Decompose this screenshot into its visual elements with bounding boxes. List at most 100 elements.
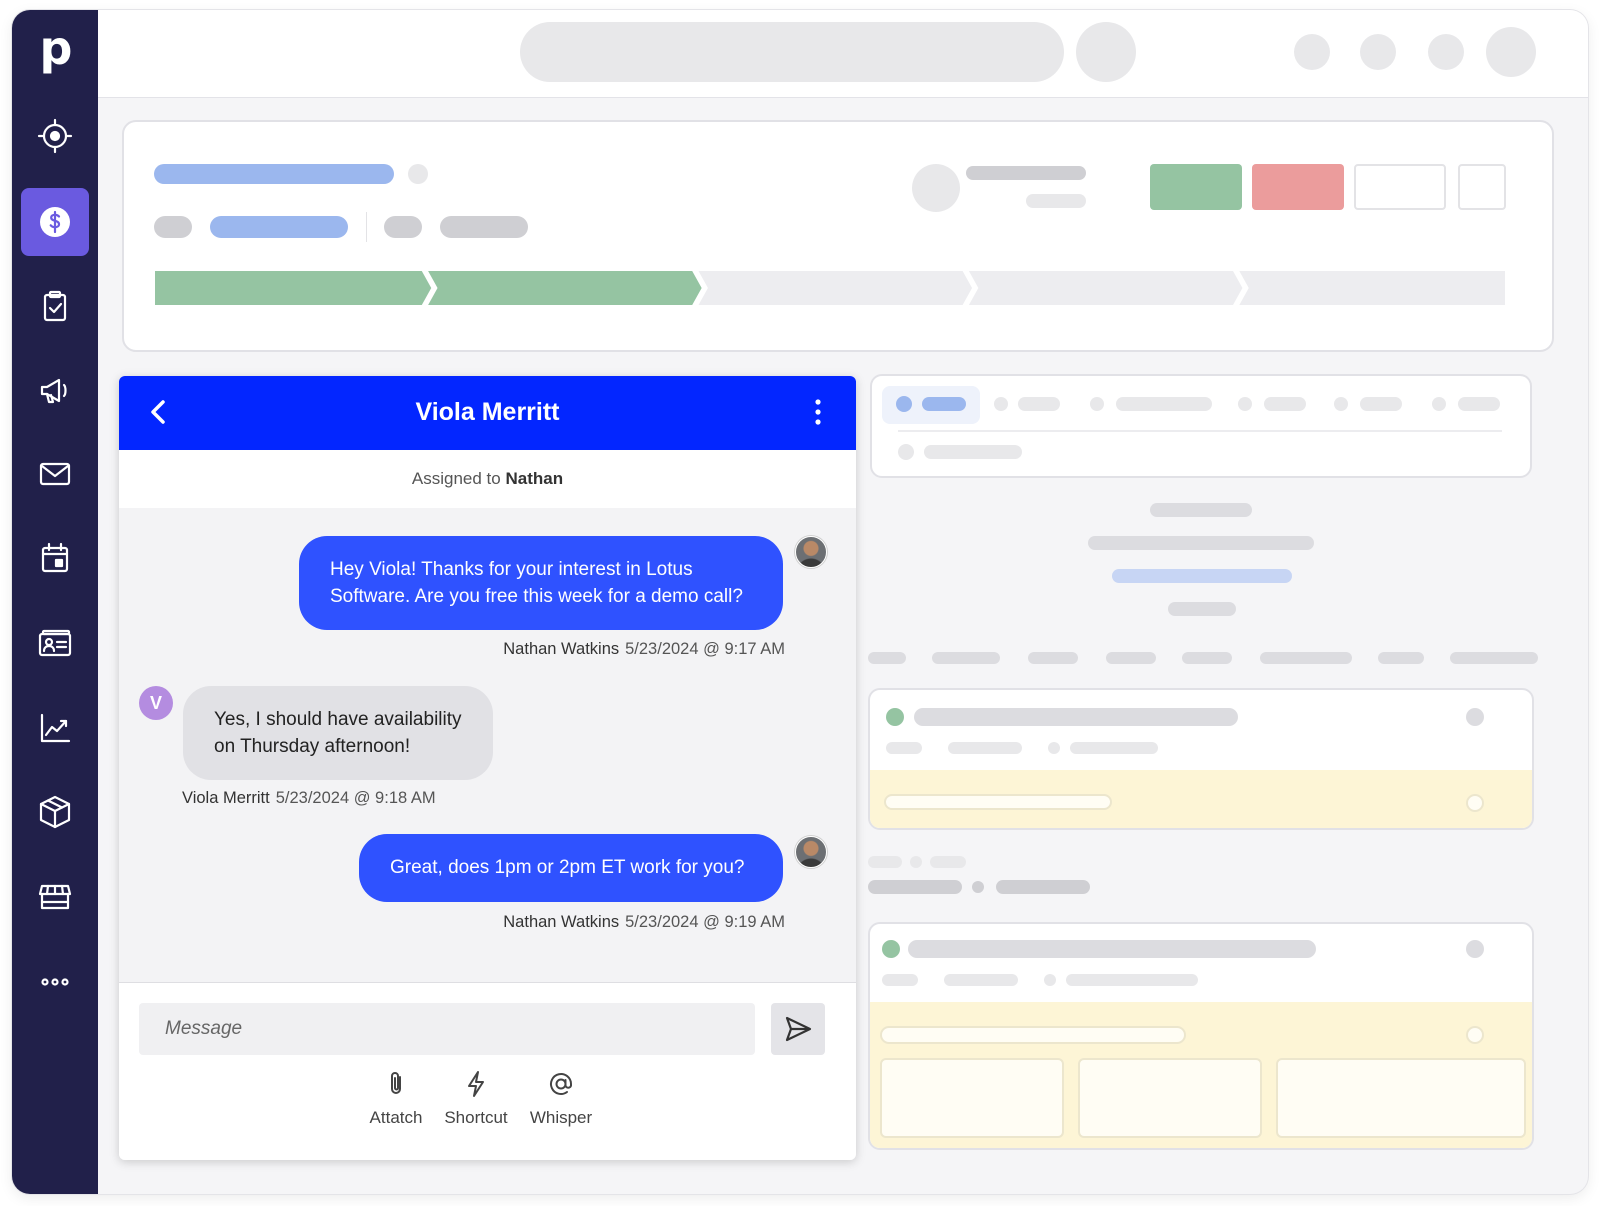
tab-label-placeholder: [922, 397, 966, 411]
activity-meta-placeholder: [948, 742, 1022, 754]
attach-label: Attatch: [369, 1108, 423, 1127]
message-bubble-outgoing: Hey Viola! Thanks for your interest in L…: [299, 536, 783, 630]
activity-status-dot: [886, 708, 904, 726]
sidebar-item-activities[interactable]: [21, 524, 89, 592]
attachment-tile-placeholder[interactable]: [1078, 1058, 1262, 1138]
sidebar-item-insights[interactable]: [21, 694, 89, 762]
lost-button[interactable]: [1252, 164, 1344, 210]
overflow-button[interactable]: [1458, 164, 1506, 210]
filter-placeholder[interactable]: [1028, 652, 1078, 664]
activity-checkbox[interactable]: [1466, 708, 1484, 726]
sidebar-item-contacts[interactable]: [21, 610, 89, 678]
deal-title-placeholder: [154, 164, 394, 184]
sidebar-item-leads[interactable]: [21, 102, 89, 170]
message-bubble-incoming: Yes, I should have availability on Thurs…: [183, 686, 493, 780]
note-icon: [898, 444, 914, 460]
filter-placeholder[interactable]: [1378, 652, 1424, 664]
send-button[interactable]: [771, 1003, 825, 1055]
quick-add-button-placeholder[interactable]: [1076, 22, 1136, 82]
attach-button[interactable]: Attatch: [351, 1069, 441, 1128]
won-button[interactable]: [1150, 164, 1242, 210]
pipeline-stage[interactable]: [695, 270, 975, 307]
message-input[interactable]: [139, 1003, 755, 1055]
empty-state-placeholder: [1088, 536, 1314, 550]
chat-contact-name: Viola Merritt: [415, 398, 560, 426]
attachment-tile-placeholder[interactable]: [880, 1058, 1064, 1138]
activity-card: [868, 922, 1534, 1150]
contact-avatar: V: [139, 686, 173, 720]
search-bar-placeholder[interactable]: [520, 22, 1064, 82]
activity-note-checkbox[interactable]: [1466, 794, 1484, 812]
activity-checkbox[interactable]: [1466, 940, 1484, 958]
deal-meta-placeholder: [154, 216, 192, 238]
tab-icon: [1238, 397, 1252, 411]
pipeline-stage[interactable]: [154, 270, 434, 307]
pipeline-stage[interactable]: [424, 270, 704, 307]
topbar-icon-placeholder[interactable]: [1294, 34, 1330, 70]
divider: [898, 430, 1502, 432]
deal-status-dot: [408, 164, 428, 184]
lightning-icon: [468, 1071, 484, 1097]
activity-note-placeholder[interactable]: [880, 1026, 1186, 1044]
sidebar-item-tasks[interactable]: [21, 272, 89, 340]
sidebar-item-deals[interactable]: [21, 188, 89, 256]
note-placeholder[interactable]: [924, 445, 1022, 459]
attachment-tile-placeholder[interactable]: [1276, 1058, 1526, 1138]
activity-meta-placeholder: [1066, 974, 1198, 986]
tab-label-placeholder[interactable]: [1018, 397, 1060, 411]
message-meta: Nathan Watkins 5/23/2024 @ 9:17 AM: [503, 640, 785, 659]
activity-title-placeholder[interactable]: [914, 708, 1238, 726]
pipeline-stage[interactable]: [1235, 270, 1507, 307]
empty-state-placeholder: [1150, 503, 1252, 517]
activity-tabs-card: [870, 374, 1532, 478]
pipeline-stage[interactable]: [965, 270, 1245, 307]
deal-meta-placeholder: [440, 216, 528, 238]
filter-placeholder[interactable]: [1106, 652, 1156, 664]
kebab-menu-icon[interactable]: [800, 394, 836, 430]
section-meta-icon: [972, 881, 984, 893]
filter-placeholder[interactable]: [1260, 652, 1352, 664]
empty-state-placeholder: [1168, 602, 1236, 616]
assigned-to-banner: Assigned to Nathan: [119, 450, 856, 508]
user-avatar-placeholder[interactable]: [1486, 27, 1536, 77]
sidebar-item-marketplace[interactable]: [21, 862, 89, 930]
filter-placeholder[interactable]: [932, 652, 1000, 664]
sidebar-item-more[interactable]: [21, 948, 89, 1016]
shortcut-button[interactable]: Shortcut: [431, 1069, 521, 1128]
message-text: Hey Viola! Thanks for your interest in L…: [330, 559, 693, 580]
more-icon: [41, 978, 69, 986]
megaphone-icon: [40, 378, 67, 404]
tab-label-placeholder[interactable]: [1360, 397, 1402, 411]
owner-name-placeholder: [966, 166, 1086, 180]
sidebar-item-mail[interactable]: [21, 440, 89, 508]
shortcut-label: Shortcut: [444, 1108, 508, 1127]
topbar-icon-placeholder[interactable]: [1428, 34, 1464, 70]
more-actions-button[interactable]: [1354, 164, 1446, 210]
activity-meta-icon: [1048, 742, 1060, 754]
tab-label-placeholder[interactable]: [1264, 397, 1306, 411]
chart-icon: [40, 713, 71, 743]
whisper-button[interactable]: Whisper: [516, 1069, 606, 1128]
message-timestamp: 5/23/2024 @ 9:19 AM: [625, 913, 785, 931]
agent-avatar: [795, 536, 827, 568]
tab-label-placeholder[interactable]: [1116, 397, 1212, 411]
contact-card-icon: [38, 629, 72, 657]
activity-note-checkbox[interactable]: [1466, 1026, 1484, 1044]
activity-title-placeholder[interactable]: [908, 940, 1316, 958]
tab-icon: [1090, 397, 1104, 411]
sidebar-item-campaigns[interactable]: [21, 356, 89, 424]
topbar-icon-placeholder[interactable]: [1360, 34, 1396, 70]
app-logo[interactable]: p: [36, 25, 76, 76]
whisper-label: Whisper: [529, 1108, 593, 1127]
filter-placeholder[interactable]: [1182, 652, 1232, 664]
filter-placeholder[interactable]: [868, 652, 906, 664]
tab-label-placeholder[interactable]: [1458, 397, 1500, 411]
filter-placeholder[interactable]: [1450, 652, 1538, 664]
owner-avatar-placeholder: [912, 164, 960, 212]
owner-role-placeholder: [1026, 194, 1086, 208]
sidebar-item-products[interactable]: [21, 778, 89, 846]
empty-state-link-placeholder[interactable]: [1112, 569, 1292, 583]
assigned-user-name: Nathan: [505, 469, 564, 488]
calendar-icon: [41, 542, 69, 573]
activity-note-placeholder[interactable]: [884, 794, 1112, 810]
